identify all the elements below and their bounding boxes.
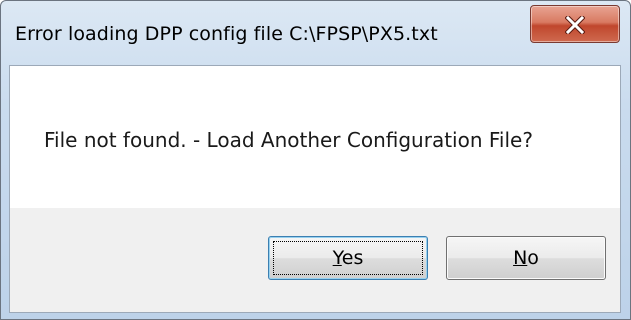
- title-bar[interactable]: Error loading DPP config file C:\FPSP\PX…: [1, 1, 630, 65]
- yes-accelerator: Y: [332, 247, 342, 269]
- yes-button-label: Yes: [333, 247, 364, 269]
- close-button[interactable]: [530, 5, 620, 43]
- dialog-body: File not found. - Load Another Configura…: [9, 65, 621, 313]
- message-text: File not found. - Load Another Configura…: [44, 128, 533, 152]
- no-accelerator: N: [513, 247, 528, 269]
- close-icon: [565, 16, 585, 34]
- yes-label-rest: es: [341, 247, 364, 269]
- message-area: File not found. - Load Another Configura…: [10, 66, 620, 208]
- yes-button[interactable]: Yes: [268, 236, 428, 280]
- no-button[interactable]: No: [446, 236, 606, 280]
- no-label-rest: o: [527, 247, 539, 269]
- no-button-label: No: [513, 247, 539, 269]
- dialog-window: Error loading DPP config file C:\FPSP\PX…: [0, 0, 631, 320]
- dialog-title: Error loading DPP config file C:\FPSP\PX…: [15, 23, 438, 45]
